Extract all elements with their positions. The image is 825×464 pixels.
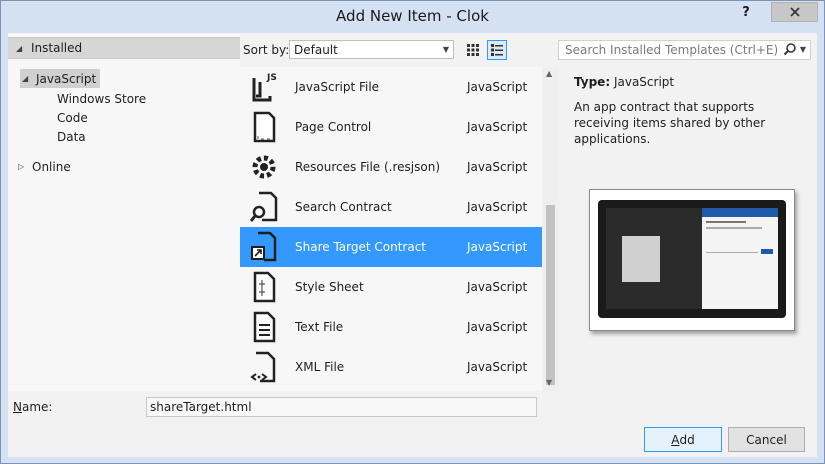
cancel-button[interactable]: Cancel [728, 427, 805, 452]
template-info-pane: Type: JavaScript An app contract that su… [559, 67, 817, 391]
add-label-accelerator: A [671, 432, 680, 447]
dropdown-arrow-icon: ▼ [442, 45, 449, 54]
template-name: Page Control [295, 120, 372, 134]
sort-by-dropdown[interactable]: Default ▼ [289, 40, 454, 59]
name-label-text: ame: [21, 400, 53, 414]
close-icon [789, 7, 800, 17]
javascript-file-icon: JS [240, 67, 288, 107]
type-label: Type: [574, 75, 611, 89]
template-row-search-contract[interactable]: Search Contract JavaScript [240, 187, 542, 227]
template-name: Resources File (.resjson) [295, 160, 441, 174]
tree-item-label: Online [32, 159, 71, 174]
tree-item-data[interactable]: Data [55, 127, 90, 146]
tree-item-code[interactable]: Code [55, 108, 92, 127]
tree-item-label: Code [57, 110, 88, 125]
preview-app-tile [622, 236, 660, 282]
template-row-resources-file[interactable]: Resources File (.resjson) JavaScript [240, 147, 542, 187]
name-label-accelerator: N [13, 400, 22, 414]
add-button[interactable]: Add [644, 427, 722, 452]
svg-text:JS: JS [266, 73, 277, 83]
tree-item-label: JavaScript [36, 71, 97, 86]
tablet-screen [606, 208, 778, 309]
resources-file-icon [240, 147, 288, 187]
tree-item-installed[interactable]: ◢ Installed [8, 37, 240, 59]
template-type: Type: JavaScript [574, 75, 674, 89]
search-templates-input[interactable]: Search Installed Templates (Ctrl+E) ▼ [558, 40, 811, 60]
preview-line [706, 221, 746, 223]
search-button[interactable]: ▼ [783, 42, 806, 56]
details-view-button[interactable] [487, 40, 507, 60]
template-row-text-file[interactable]: Text File JavaScript [240, 307, 542, 347]
tree-item-windows-store[interactable]: Windows Store [55, 89, 150, 108]
type-value: JavaScript [613, 75, 675, 89]
template-name: JavaScript File [295, 80, 380, 94]
template-name: Style Sheet [295, 280, 364, 294]
search-icon [783, 43, 796, 56]
template-name: XML File [295, 360, 345, 374]
template-tree: ◢ Installed ◢ JavaScript Windows Store C… [8, 33, 240, 391]
template-name: Search Contract [295, 200, 392, 214]
template-language: JavaScript [467, 120, 528, 134]
dialog-title: Add New Item - Clok [336, 7, 489, 25]
search-placeholder: Search Installed Templates (Ctrl+E) [565, 43, 779, 57]
template-list: JS JavaScript File JavaScript Page Contr… [240, 67, 542, 391]
template-row-style-sheet[interactable]: Style Sheet JavaScript [240, 267, 542, 307]
preview-share-pane [702, 208, 778, 309]
collapsed-arrow-icon: ▷ [18, 162, 25, 171]
sort-value: Default [294, 42, 338, 57]
template-row-share-target-contract[interactable]: Share Target Contract JavaScript [240, 227, 542, 267]
scrollbar-thumb[interactable] [546, 205, 555, 385]
template-language: JavaScript [467, 160, 528, 174]
small-icons-view-button[interactable] [463, 40, 483, 60]
close-button[interactable] [771, 2, 818, 22]
template-language: JavaScript [467, 80, 528, 94]
tree-item-label: Data [57, 129, 86, 144]
template-list-scrollbar[interactable]: ▲ ▼ [542, 67, 559, 391]
template-name: Text File [295, 320, 344, 334]
template-description: An app contract that supports receiving … [574, 100, 766, 146]
expanded-arrow-icon: ◢ [22, 74, 29, 83]
title-bar: Add New Item - Clok ? [1, 1, 824, 33]
sort-by-label: Sort by: [243, 43, 290, 57]
preview-line [706, 227, 762, 229]
grid-view-icon [467, 44, 479, 56]
template-language: JavaScript [467, 320, 528, 334]
text-file-icon [240, 307, 288, 347]
scroll-up-arrow-icon[interactable]: ▲ [546, 69, 552, 78]
template-row-xml-file[interactable]: XML File JavaScript [240, 347, 542, 387]
help-button[interactable]: ? [738, 5, 754, 21]
template-language: JavaScript [467, 360, 528, 374]
installed-label: Installed [31, 41, 83, 55]
collapse-arrow-icon: ◢ [16, 43, 23, 53]
tree-item-javascript[interactable]: ◢ JavaScript [20, 69, 101, 88]
template-row-page-control[interactable]: Page Control JavaScript [240, 107, 542, 147]
preview-share-button [761, 249, 773, 254]
template-language: JavaScript [467, 240, 528, 254]
name-label: Name: [13, 400, 52, 414]
scroll-down-arrow-icon[interactable]: ▼ [546, 378, 552, 387]
search-contract-icon [240, 187, 288, 227]
template-preview-image [589, 189, 795, 331]
tablet-preview [598, 200, 786, 318]
template-row-javascript-file[interactable]: JS JavaScript File JavaScript [240, 67, 542, 107]
add-label-text: dd [679, 432, 695, 447]
xml-file-icon [240, 347, 288, 387]
tree-item-label: Windows Store [57, 91, 147, 106]
add-new-item-dialog: Add New Item - Clok ? ◢ Installed ◢ Java… [0, 0, 825, 464]
name-field[interactable]: shareTarget.html [146, 397, 537, 417]
list-view-icon [491, 44, 503, 56]
search-options-arrow-icon: ▼ [799, 44, 806, 54]
template-name: Share Target Contract [295, 240, 427, 254]
page-control-icon [240, 107, 288, 147]
preview-line [706, 252, 758, 253]
tree-item-online[interactable]: ▷ Online [16, 157, 75, 176]
template-language: JavaScript [467, 280, 528, 294]
style-sheet-icon [240, 267, 288, 307]
template-language: JavaScript [467, 200, 528, 214]
preview-share-header [702, 208, 778, 217]
dialog-body: ◢ Installed ◢ JavaScript Windows Store C… [8, 33, 817, 457]
share-target-contract-icon [240, 227, 288, 267]
